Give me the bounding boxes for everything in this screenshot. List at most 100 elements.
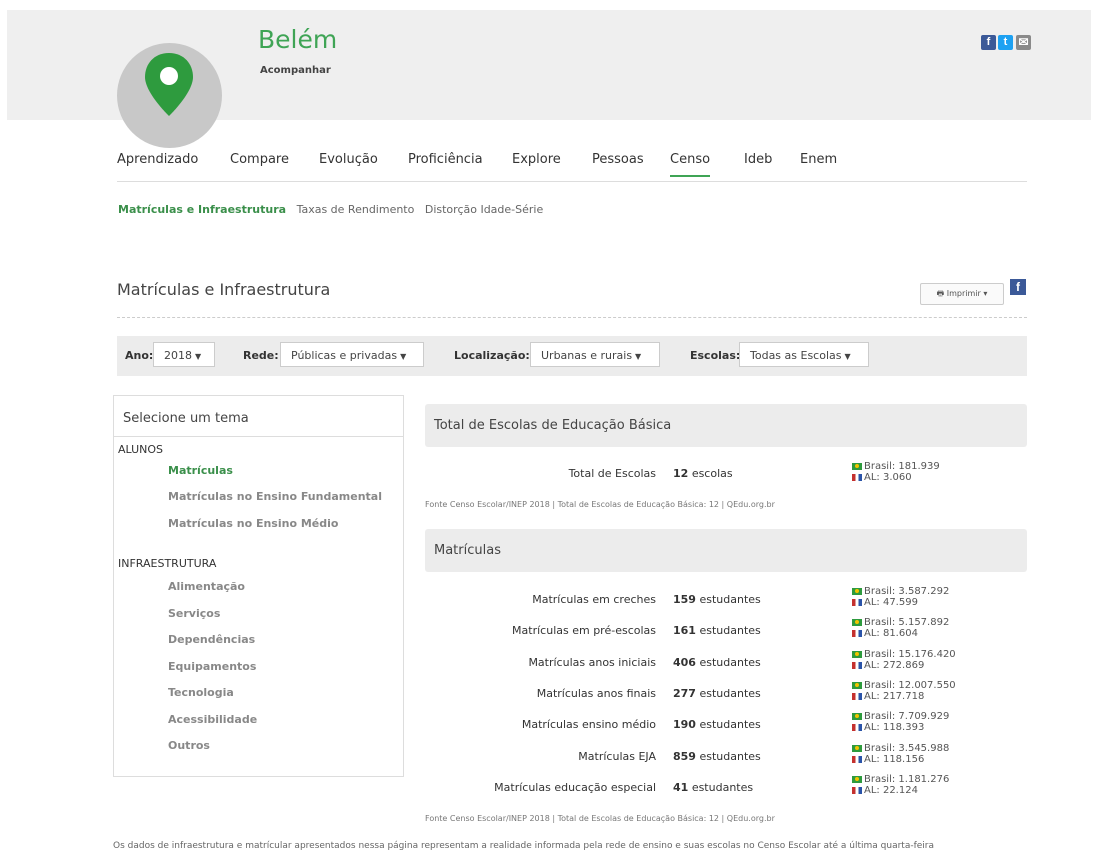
matricula-number: 277 (673, 687, 696, 700)
facebook-share-icon[interactable]: f (981, 35, 996, 50)
matricula-row-compare: Brasil: 15.176.420 AL: 272.869 (852, 649, 956, 671)
tab-explore[interactable]: Explore (512, 152, 561, 167)
matricula-row-label: Matrículas educação especial (494, 781, 656, 794)
ano-select[interactable]: 2018 ▼ (153, 342, 215, 367)
al-value: AL: 22.124 (864, 785, 918, 796)
printer-icon: 🖶 (936, 289, 945, 298)
brazil-flag-icon (852, 618, 862, 626)
matricula-number: 161 (673, 624, 696, 637)
total-escolas-unit: escolas (691, 467, 733, 480)
tab-aprendizado[interactable]: Aprendizado (117, 152, 198, 167)
brasil-value: Brasil: 7.709.929 (864, 711, 950, 722)
sidebar-item-matriculas[interactable]: Matrículas (168, 464, 233, 477)
caret-down-icon: ▼ (400, 352, 407, 361)
page-title: Matrículas e Infraestrutura (117, 280, 331, 299)
email-share-icon[interactable]: ✉ (1016, 35, 1031, 50)
sidebar-item-alimentacao[interactable]: Alimentação (168, 580, 245, 593)
location-pin-icon (145, 53, 193, 116)
sidebar-group-infraestrutura: INFRAESTRUTURA (118, 557, 217, 570)
brazil-flag-icon (852, 587, 862, 595)
tab-enem[interactable]: Enem (800, 152, 837, 167)
brazil-flag-icon (852, 650, 862, 658)
sidebar-item-matriculas-fundamental[interactable]: Matrículas no Ensino Fundamental (168, 490, 382, 503)
al-value: AL: 217.718 (864, 691, 925, 702)
source-note: Fonte Censo Escolar/INEP 2018 | Total de… (425, 814, 775, 823)
escolas-label: Escolas: (690, 349, 741, 362)
matricula-row-compare: Brasil: 12.007.550 AL: 217.718 (852, 680, 956, 702)
localizacao-select[interactable]: Urbanas e rurais ▼ (530, 342, 660, 367)
brazil-flag-icon (852, 681, 862, 689)
ano-label: Ano: (125, 349, 154, 362)
follow-link[interactable]: Acompanhar (260, 65, 331, 76)
rede-value: Públicas e privadas (291, 349, 398, 362)
alagoas-flag-icon (852, 755, 862, 763)
subtab-taxas-rendimento[interactable]: Taxas de Rendimento (297, 203, 415, 216)
filter-bar: Ano: 2018 ▼ Rede: Públicas e privadas ▼ Lo… (117, 336, 1027, 376)
matricula-row-compare: Brasil: 5.157.892 AL: 81.604 (852, 617, 949, 639)
facebook-share-icon-small[interactable]: f (1010, 279, 1026, 295)
source-note: Fonte Censo Escolar/INEP 2018 | Total de… (425, 500, 775, 509)
panel-matriculas-header: Matrículas (425, 529, 1027, 572)
ano-value: 2018 (164, 349, 192, 362)
twitter-share-icon[interactable]: t (998, 35, 1013, 50)
total-escolas-number: 12 (673, 467, 689, 480)
sidebar-title: Selecione um tema (114, 396, 403, 437)
tab-evolucao[interactable]: Evolução (319, 152, 378, 167)
main-tabs: Aprendizado Compare Evolução Proficiênci… (117, 150, 1027, 182)
al-value: AL: 272.869 (864, 660, 925, 671)
matricula-row-compare: Brasil: 3.587.292 AL: 47.599 (852, 586, 949, 608)
brasil-value: Brasil: 181.939 (864, 461, 940, 472)
matricula-row-label: Matrículas em pré-escolas (512, 624, 656, 637)
brasil-value: Brasil: 15.176.420 (864, 649, 956, 660)
brazil-flag-icon (852, 744, 862, 752)
tab-ideb[interactable]: Ideb (744, 152, 772, 167)
localizacao-value: Urbanas e rurais (541, 349, 633, 362)
matricula-unit: estudantes (699, 718, 761, 731)
panel-total-escolas-header: Total de Escolas de Educação Básica (425, 404, 1027, 447)
subtab-matriculas-infraestrutura[interactable]: Matrículas e Infraestrutura (118, 203, 286, 216)
sidebar-item-equipamentos[interactable]: Equipamentos (168, 660, 256, 673)
tab-proficiencia[interactable]: Proficiência (408, 152, 483, 167)
subtab-distorcao-idade-serie[interactable]: Distorção Idade-Série (425, 203, 543, 216)
alagoas-flag-icon (852, 473, 862, 481)
alagoas-flag-icon (852, 629, 862, 637)
matricula-number: 159 (673, 593, 696, 606)
sidebar-item-tecnologia[interactable]: Tecnologia (168, 686, 234, 699)
matricula-row-value: 406 estudantes (673, 656, 761, 669)
matricula-number: 859 (673, 750, 696, 763)
matricula-row-compare: Brasil: 3.545.988 AL: 118.156 (852, 743, 949, 765)
brazil-flag-icon (852, 462, 862, 470)
theme-sidebar: Selecione um tema ALUNOS Matrículas Matr… (113, 395, 404, 777)
sub-tabs: Matrículas e Infraestrutura Taxas de Ren… (118, 203, 550, 216)
tab-censo[interactable]: Censo (670, 152, 711, 177)
matricula-unit: estudantes (699, 593, 761, 606)
alagoas-flag-icon (852, 661, 862, 669)
sidebar-item-outros[interactable]: Outros (168, 739, 210, 752)
caret-down-icon: ▼ (195, 352, 202, 361)
matricula-row-value: 190 estudantes (673, 718, 761, 731)
sidebar-item-acessibilidade[interactable]: Acessibilidade (168, 713, 257, 726)
alagoas-flag-icon (852, 786, 862, 794)
brazil-flag-icon (852, 775, 862, 783)
city-avatar (117, 43, 222, 148)
brasil-value: Brasil: 3.587.292 (864, 586, 950, 597)
sidebar-item-dependencias[interactable]: Dependências (168, 633, 255, 646)
sidebar-item-matriculas-medio[interactable]: Matrículas no Ensino Médio (168, 517, 338, 530)
footnote: Os dados de infraestrutura e matrícular … (113, 841, 935, 851)
matricula-row-label: Matrículas anos iniciais (528, 656, 656, 669)
sidebar-group-alunos: ALUNOS (118, 443, 164, 456)
tab-compare[interactable]: Compare (230, 152, 289, 167)
tab-pessoas[interactable]: Pessoas (592, 152, 644, 167)
matricula-number: 41 (673, 781, 689, 794)
rede-select[interactable]: Públicas e privadas ▼ (280, 342, 424, 367)
print-button[interactable]: 🖶 Imprimir ▾ (920, 283, 1004, 305)
caret-down-icon: ▼ (635, 352, 642, 361)
matricula-row-value: 859 estudantes (673, 750, 761, 763)
matricula-unit: estudantes (699, 656, 761, 669)
total-escolas-compare: Brasil: 181.939 AL: 3.060 (852, 461, 940, 483)
brasil-value: Brasil: 5.157.892 (864, 617, 950, 628)
al-value: AL: 3.060 (864, 472, 912, 483)
escolas-select[interactable]: Todas as Escolas ▼ (739, 342, 869, 367)
sidebar-item-servicos[interactable]: Serviços (168, 607, 220, 620)
localizacao-label: Localização: (454, 349, 530, 362)
